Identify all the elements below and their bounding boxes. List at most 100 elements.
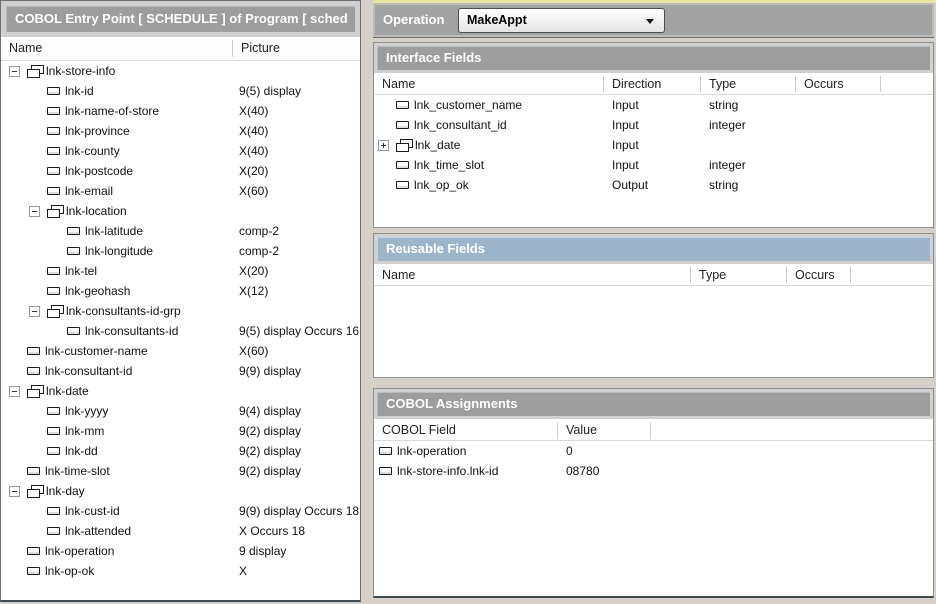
cobol-field-tree: lnk-store-info lnk-id9(5) displaylnk-name…: [1, 61, 360, 581]
field-name-cell: lnk-county: [1, 144, 233, 158]
table-row[interactable]: lnk-latitudecomp-2: [1, 221, 360, 241]
interface-fields-header[interactable]: Interface Fields: [377, 46, 930, 70]
column-header-name[interactable]: Name: [1, 40, 233, 57]
field-type: string: [701, 98, 796, 112]
column-header-direction[interactable]: Direction: [604, 76, 701, 92]
operation-dropdown[interactable]: MakeAppt: [458, 8, 665, 33]
collapse-icon[interactable]: [9, 386, 20, 397]
column-header-occurs[interactable]: Occurs: [796, 76, 881, 92]
column-header-name[interactable]: Name: [374, 267, 691, 283]
field-name-cell: lnk-date: [1, 384, 233, 398]
column-header-occurs[interactable]: Occurs: [787, 267, 851, 283]
table-row[interactable]: lnk_customer_nameInputstring: [374, 95, 933, 115]
table-row[interactable]: lnk-geohashX(12): [1, 281, 360, 301]
group-field-icon: [396, 139, 412, 151]
field-name-cell: lnk_customer_name: [374, 98, 604, 112]
field-picture: comp-2: [233, 224, 360, 238]
field-name-cell: lnk-day: [1, 484, 233, 498]
table-row[interactable]: lnk-dd9(2) display: [1, 441, 360, 461]
field-icon: [27, 347, 40, 355]
table-row[interactable]: lnk-consultants-id9(5) display Occurs 16: [1, 321, 360, 341]
field-direction: Input: [604, 138, 701, 152]
table-row[interactable]: lnk-mm9(2) display: [1, 421, 360, 441]
table-row[interactable]: lnk-longitude comp-2: [1, 241, 360, 261]
table-row[interactable]: lnk-time-slot9(2) display: [1, 461, 360, 481]
collapse-icon[interactable]: [29, 206, 40, 217]
field-name-cell: lnk-operation: [1, 544, 233, 558]
group-field-icon: [47, 305, 63, 317]
mapping-panel: Operation MakeAppt Interface Fields Name…: [373, 0, 936, 604]
column-header-filler: [881, 76, 933, 92]
table-row[interactable]: lnk_time_slotInputinteger: [374, 155, 933, 175]
field-name-cell: lnk-mm: [1, 424, 233, 438]
table-row[interactable]: lnk-location: [1, 201, 360, 221]
column-header-name[interactable]: Name: [374, 76, 604, 92]
table-row[interactable]: lnk-emailX(60): [1, 181, 360, 201]
field-name-cell: lnk-store-info: [1, 64, 233, 78]
field-name: lnk-postcode: [65, 164, 133, 178]
column-header-type[interactable]: Type: [701, 76, 796, 92]
expand-icon[interactable]: [378, 140, 389, 151]
table-row[interactable]: lnk-operation0: [374, 441, 933, 461]
group-field-icon: [27, 485, 43, 497]
field-name: lnk-day: [46, 484, 85, 498]
table-row[interactable]: lnk-store-info: [1, 61, 360, 81]
reusable-fields-bar-strip: Reusable Fields: [374, 234, 933, 264]
table-row[interactable]: lnk_consultant_idInputinteger: [374, 115, 933, 135]
field-icon: [67, 247, 80, 255]
table-row[interactable]: lnk-op-okX: [1, 561, 360, 581]
column-header-type[interactable]: Type: [691, 267, 787, 283]
field-icon: [47, 147, 60, 155]
table-row[interactable]: lnk-yyyy9(4) display: [1, 401, 360, 421]
field-name-cell: lnk-geohash: [1, 284, 233, 298]
field-icon: [396, 181, 409, 189]
table-row[interactable]: lnk-operation9 display: [1, 541, 360, 561]
table-row[interactable]: lnk_op_okOutputstring: [374, 175, 933, 195]
field-icon: [47, 107, 60, 115]
column-header-value[interactable]: Value: [558, 422, 651, 438]
field-icon: [396, 121, 409, 129]
table-row[interactable]: lnk_dateInput: [374, 135, 933, 155]
field-name: lnk-consultants-id: [85, 324, 178, 338]
table-row[interactable]: lnk-id9(5) display: [1, 81, 360, 101]
table-row[interactable]: lnk-date: [1, 381, 360, 401]
field-icon: [27, 367, 40, 375]
table-row[interactable]: lnk-attendedX Occurs 18: [1, 521, 360, 541]
table-row[interactable]: lnk-countyX(40): [1, 141, 360, 161]
table-row[interactable]: lnk-consultants-id-grp: [1, 301, 360, 321]
column-header-picture[interactable]: Picture: [233, 40, 360, 57]
cobol-entry-point-panel: COBOL Entry Point [ SCHEDULE ] of Progra…: [0, 0, 361, 602]
field-name: lnk-consultants-id-grp: [66, 304, 181, 318]
field-name: lnk-op-ok: [45, 564, 94, 578]
table-row[interactable]: lnk-name-of-storeX(40): [1, 101, 360, 121]
table-row[interactable]: lnk-consultant-id9(9) display: [1, 361, 360, 381]
field-icon: [67, 227, 80, 235]
table-row[interactable]: lnk-telX(20): [1, 261, 360, 281]
field-icon: [47, 127, 60, 135]
table-row[interactable]: lnk-cust-id9(9) display Occurs 18: [1, 501, 360, 521]
table-row[interactable]: lnk-day: [1, 481, 360, 501]
table-row[interactable]: lnk-store-info.lnk-id08780: [374, 461, 933, 481]
collapse-icon[interactable]: [9, 486, 20, 497]
field-icon: [47, 427, 60, 435]
field-name: lnk-date: [46, 384, 89, 398]
field-icon: [396, 161, 409, 169]
collapse-icon[interactable]: [29, 306, 40, 317]
column-header-cobol-field[interactable]: COBOL Field: [374, 422, 558, 438]
chevron-down-icon[interactable]: [646, 19, 654, 24]
table-row[interactable]: lnk-postcodeX(20): [1, 161, 360, 181]
field-picture: comp-2: [233, 244, 360, 258]
cobol-assignments-header[interactable]: COBOL Assignments: [377, 392, 930, 416]
field-name-cell: lnk_op_ok: [374, 178, 604, 192]
table-row[interactable]: lnk-provinceX(40): [1, 121, 360, 141]
field-icon: [47, 447, 60, 455]
reusable-fields-header[interactable]: Reusable Fields: [377, 237, 930, 261]
cobol-assignments-section: COBOL Assignments COBOL Field Value lnk-…: [373, 388, 934, 598]
field-direction: Input: [604, 118, 701, 132]
collapse-icon[interactable]: [9, 66, 20, 77]
field-name-cell: lnk_date: [374, 138, 604, 152]
field-name-cell: lnk-latitude: [1, 224, 233, 238]
table-row[interactable]: lnk-customer-nameX(60): [1, 341, 360, 361]
field-name: lnk-longitude: [85, 244, 153, 258]
field-name: lnk-consultant-id: [45, 364, 132, 378]
